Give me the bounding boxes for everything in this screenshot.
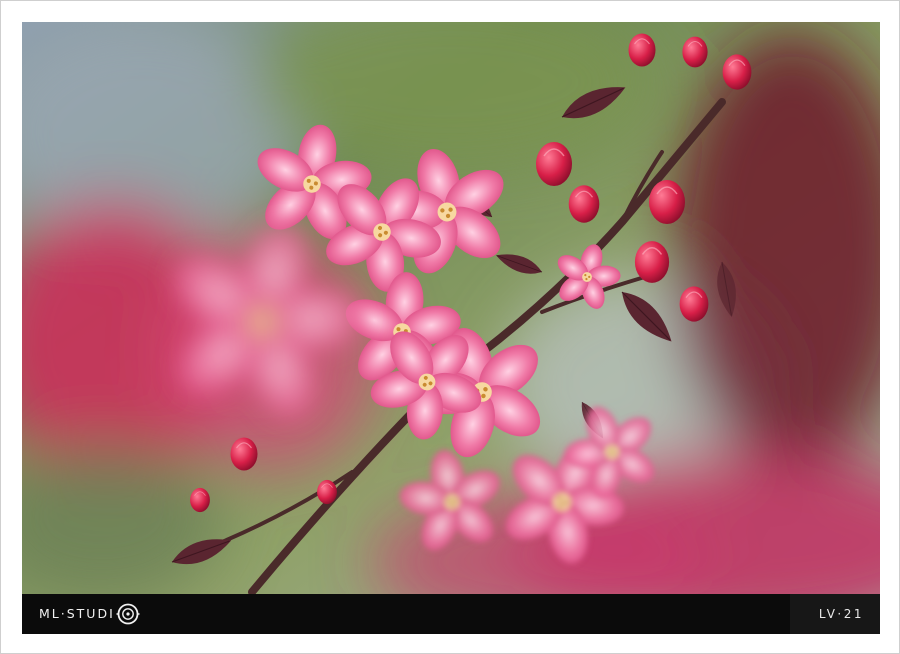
caption-bar: ML·STUDI LV·21	[22, 594, 880, 634]
studio-brand: ML·STUDI	[39, 594, 140, 634]
blossom-photo-illustration	[22, 22, 880, 594]
camera-lens-o-icon	[116, 602, 140, 626]
photo-crabapple-blossoms	[22, 22, 880, 594]
photo-code: LV·21	[818, 607, 864, 621]
studio-brand-text: ML·STUDI	[39, 605, 115, 621]
photo-frame: ML·STUDI LV·21	[0, 0, 900, 654]
